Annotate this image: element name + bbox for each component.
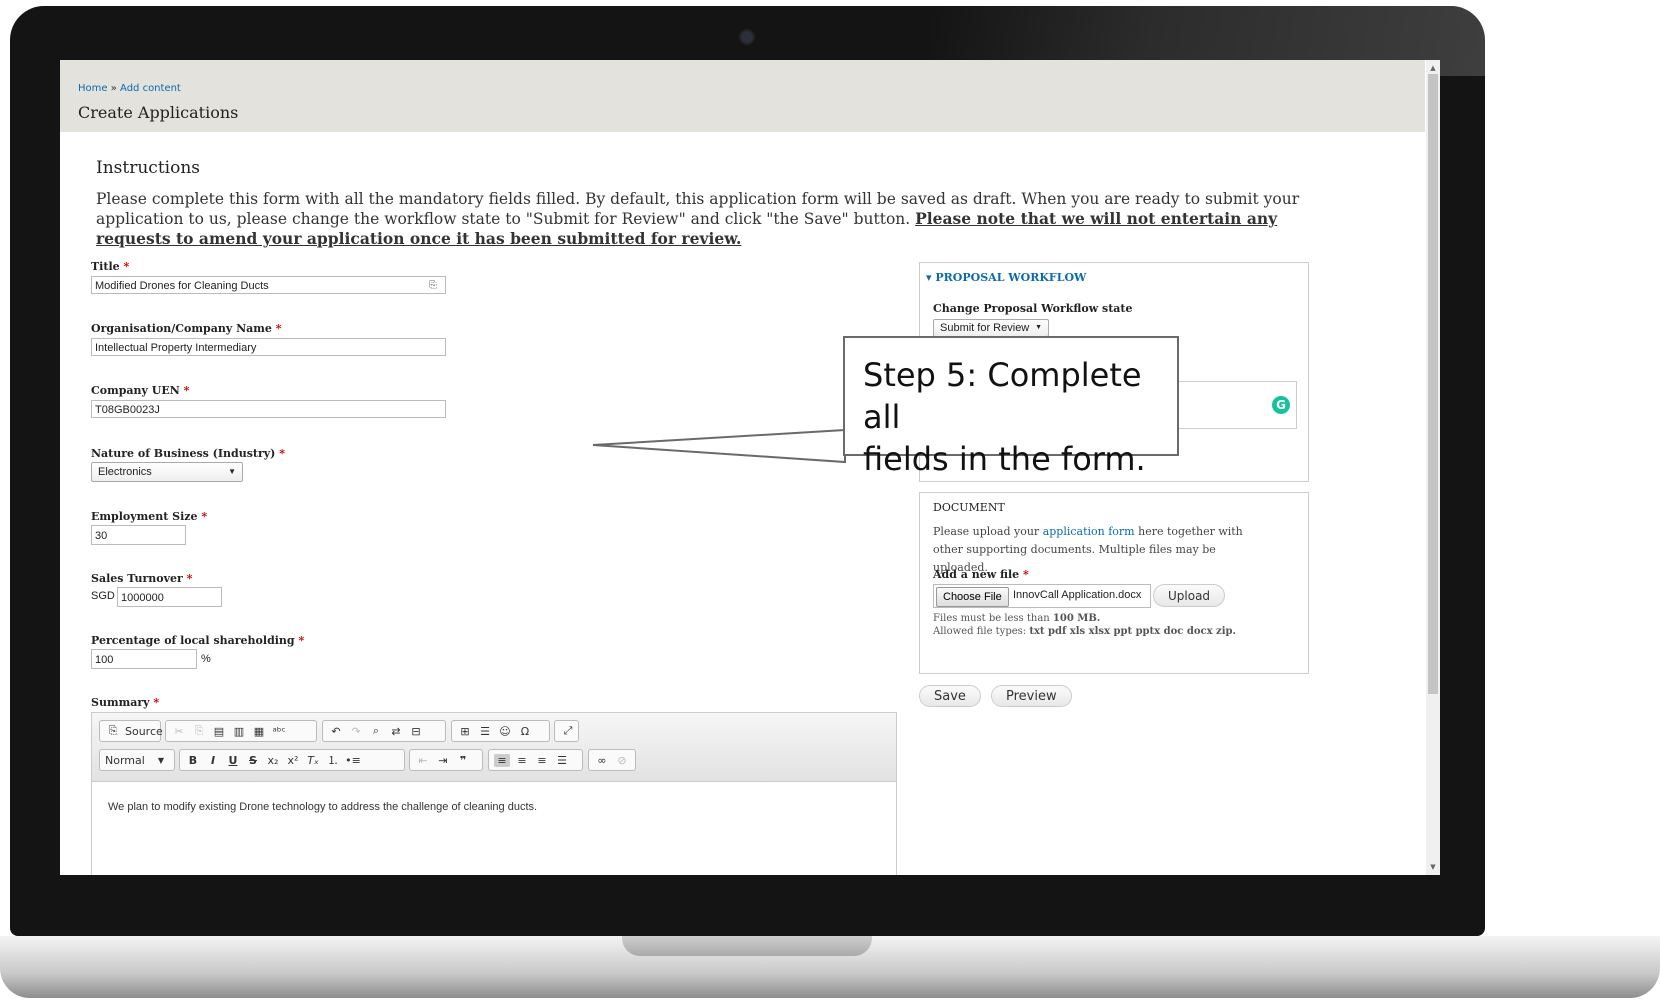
- callout-line-1: Step 5: Complete all: [863, 356, 1142, 436]
- callout-line-2: fields in the form.: [863, 440, 1146, 478]
- step-callout: Step 5: Complete all fields in the form.: [843, 336, 1179, 478]
- callout-pointer: [592, 428, 846, 464]
- callout-pointer-shape: [592, 428, 846, 464]
